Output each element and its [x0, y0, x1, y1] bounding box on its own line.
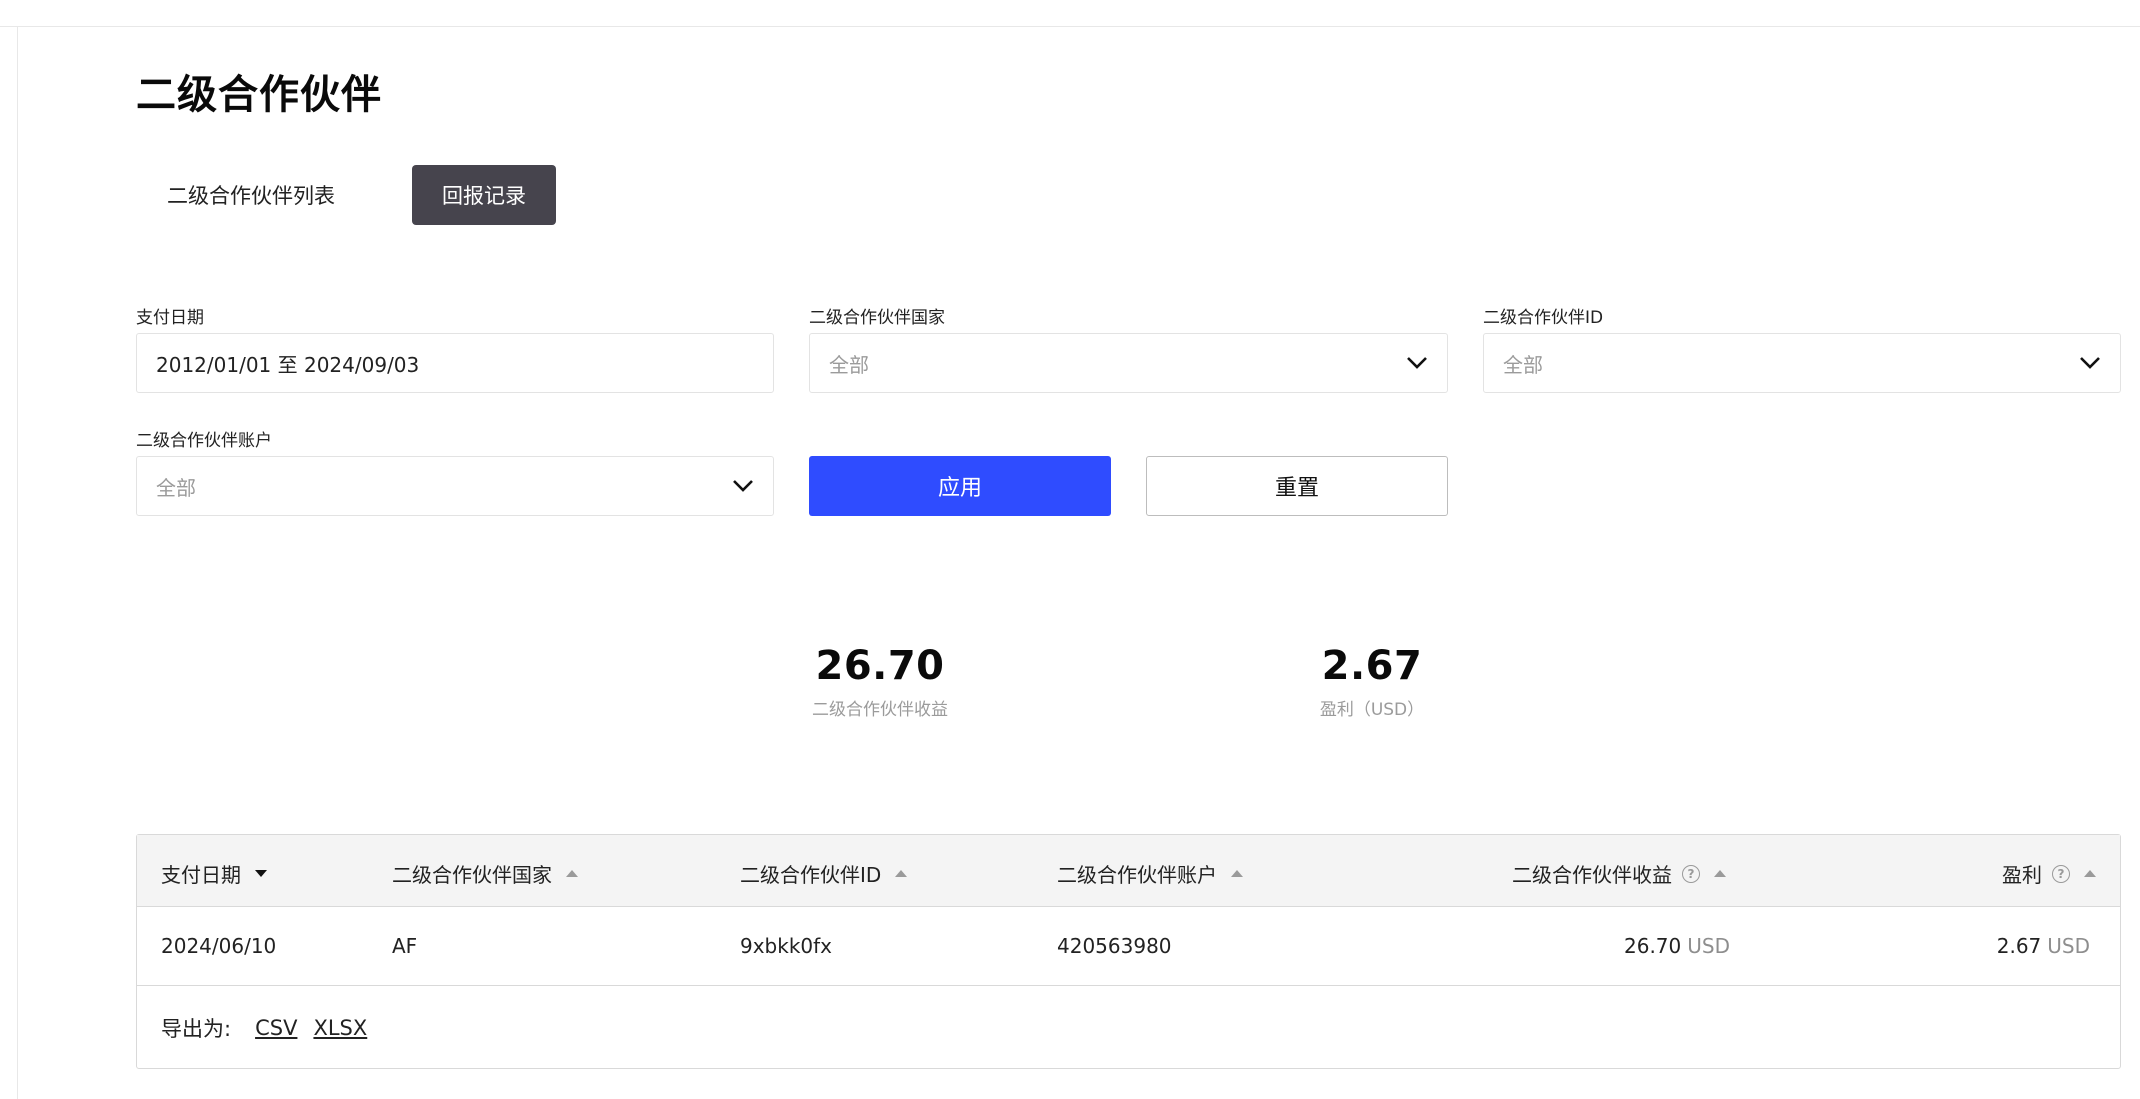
tab-partner-list[interactable]: 二级合作伙伴列表: [136, 165, 366, 225]
col-partner-id[interactable]: 二级合作伙伴ID: [740, 859, 908, 888]
rebate-table: 支付日期 二级合作伙伴国家 二级合作伙伴ID 二级合作伙伴账户 二级合作伙伴收益…: [136, 834, 2121, 1069]
help-circle-icon[interactable]: ?: [2052, 864, 2070, 883]
earnings-total: 26.70: [815, 643, 945, 689]
payment-date-value: 2012/01/01 至 2024/09/03: [156, 352, 420, 377]
account-select-value: 全部: [156, 475, 196, 500]
chevron-down-icon: [732, 475, 754, 497]
profit-unit: USD: [2047, 934, 2090, 958]
table-header: 支付日期 二级合作伙伴国家 二级合作伙伴ID 二级合作伙伴账户 二级合作伙伴收益…: [137, 835, 2120, 907]
export-xlsx-link[interactable]: XLSX: [313, 1016, 367, 1040]
col-country[interactable]: 二级合作伙伴国家: [392, 859, 578, 888]
reset-button[interactable]: 重置: [1146, 456, 1448, 516]
cell-partner-id: 9xbkk0fx: [740, 934, 833, 958]
col-account[interactable]: 二级合作伙伴账户: [1057, 859, 1243, 888]
col-payment-date[interactable]: 支付日期: [161, 859, 267, 888]
partner-id-select-value: 全部: [1503, 352, 1543, 377]
sort-asc-icon: [895, 870, 908, 877]
cell-earnings: 26.70 USD: [1624, 934, 1730, 958]
partner-id-select[interactable]: 全部: [1483, 333, 2121, 393]
country-label: 二级合作伙伴国家: [809, 308, 945, 328]
help-circle-icon[interactable]: ?: [1682, 864, 1700, 883]
sort-desc-icon: [255, 870, 267, 877]
profit-total: 2.67: [1321, 643, 1423, 689]
payment-date-field[interactable]: 2012/01/01 至 2024/09/03: [136, 333, 774, 393]
account-label: 二级合作伙伴账户: [136, 431, 272, 451]
page-title: 二级合作伙伴: [136, 72, 382, 118]
account-select[interactable]: 全部: [136, 456, 774, 516]
payment-date-label: 支付日期: [136, 308, 204, 328]
export-bar: 导出为: CSV XLSX: [161, 1013, 367, 1043]
apply-button[interactable]: 应用: [809, 456, 1111, 516]
cell-profit: 2.67 USD: [1997, 934, 2090, 958]
profit-amount: 2.67: [1996, 934, 2042, 958]
cell-country: AF: [392, 934, 418, 958]
profit-summary: 2.67 盈利（USD）: [1272, 643, 1472, 720]
col-profit[interactable]: 盈利?: [2002, 859, 2096, 888]
sort-asc-icon: [566, 870, 578, 877]
profit-caption: 盈利（USD）: [1319, 700, 1425, 720]
earnings-amount: 26.70: [1624, 934, 1682, 958]
earnings-unit: USD: [1687, 934, 1730, 958]
country-select[interactable]: 全部: [809, 333, 1448, 393]
earnings-caption: 二级合作伙伴收益: [812, 700, 948, 720]
tab-rebate-records[interactable]: 回报记录: [412, 165, 556, 225]
sort-asc-icon: [1231, 870, 1243, 877]
export-label: 导出为:: [161, 1017, 232, 1041]
country-select-value: 全部: [829, 352, 869, 377]
sort-asc-icon: [1714, 870, 1726, 877]
sort-asc-icon: [2084, 870, 2096, 877]
chevron-down-icon: [1406, 352, 1428, 374]
top-divider: [0, 26, 2140, 27]
chevron-down-icon: [2079, 352, 2101, 374]
cell-date: 2024/06/10: [161, 934, 277, 958]
earnings-summary: 26.70 二级合作伙伴收益: [780, 643, 980, 720]
left-divider: [17, 26, 18, 1099]
partner-id-label: 二级合作伙伴ID: [1483, 308, 1604, 328]
col-earnings[interactable]: 二级合作伙伴收益?: [1512, 859, 1726, 888]
export-csv-link[interactable]: CSV: [255, 1016, 297, 1040]
table-row: 2024/06/10 AF 9xbkk0fx 420563980 26.70 US…: [137, 907, 2120, 986]
cell-account: 420563980: [1057, 934, 1172, 958]
